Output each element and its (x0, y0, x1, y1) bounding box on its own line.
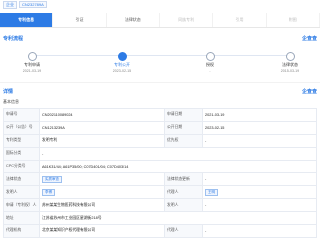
tab-bar: 专利信息 引证 法律状态 同族专利 引用 附图 (0, 13, 320, 28)
field-value: 江苏省苏州市工业园区星湖街218号 (39, 211, 317, 226)
timeline-dot (117, 52, 127, 61)
timeline-step-date: 2023-02-15 (112, 69, 132, 73)
table-row: 代理机构 北京某某知识产权代理有限公司 代理人 - (3, 224, 317, 238)
field-label: 申请日期 (164, 108, 203, 122)
tab-patent-info[interactable]: 专利信息 (0, 13, 54, 27)
field-value: 2021-03-19 (202, 108, 317, 122)
field-label: 代理人 (164, 224, 203, 238)
field-value: - (202, 198, 317, 213)
status-badge: 实质审查 (42, 175, 62, 183)
tab-legal-status[interactable]: 法律状态 (107, 13, 160, 27)
applicant-link[interactable]: 苏州某某生物医药科技有限公司 (39, 198, 165, 213)
timeline-step-publish: 专利公开 2023-02-15 (92, 50, 152, 73)
table-row: 申请（专利权）人 苏州某某生物医药科技有限公司 发明人 - (3, 198, 317, 213)
field-label: CPC分类号 (3, 159, 40, 174)
timeline-step-label: 专利申请 (24, 62, 40, 67)
timeline-step-label: 授权 (206, 62, 214, 67)
field-label: 公开日期 (164, 120, 203, 135)
field-value: - (202, 133, 317, 148)
timeline-dot (285, 52, 295, 61)
field-label: 地址 (3, 211, 40, 226)
timeline-section-title: 专利流程 (3, 36, 24, 42)
breadcrumb-title: CN232789A (19, 1, 47, 8)
tab-figures[interactable]: 附图 (267, 13, 320, 27)
tab-family[interactable]: 同族专利 (160, 13, 214, 27)
timeline-step-status: 法律状态 2015-03-19 (260, 50, 320, 73)
field-value: - (202, 172, 317, 187)
details-section-title: 详情 (3, 89, 14, 95)
field-label: 优先权 (164, 133, 203, 148)
breadcrumb: 企业 CN232789A (3, 1, 49, 9)
tab-reference[interactable]: 引用 (213, 13, 267, 27)
section-divider (0, 82, 320, 83)
cpc-value-link[interactable]: A61K31/44; A61P35/00; C07D401/04; C07D40… (39, 159, 317, 174)
field-label: 发明人 (164, 198, 203, 213)
top-bar: 企业 CN232789A (0, 0, 320, 10)
table-row: 法律状态 实质审查 法律状态更新 - (3, 172, 317, 187)
timeline-step-date: 2021-03-19 (22, 69, 42, 73)
details-subtitle: 基本信息 (3, 99, 19, 104)
field-label: 代理人 (164, 185, 203, 200)
timeline-dot (27, 52, 37, 61)
field-label: 国际分类 (3, 146, 40, 161)
field-label: 公开（公告）号 (3, 120, 40, 135)
timeline-dot (205, 52, 215, 61)
timeline-step-apply: 专利申请 2021-03-19 (2, 50, 62, 73)
field-label: 申请号 (3, 108, 40, 122)
field-value: 发明专利 (39, 133, 165, 148)
field-value: - (202, 224, 317, 238)
patent-details-table: 申请号 CN202110089024 申请日期 2021-03-19 公开（公告… (3, 108, 317, 238)
field-value: 2023-02-15 (202, 120, 317, 135)
agency-link[interactable]: 北京某某知识产权代理有限公司 (39, 224, 165, 238)
field-value: 实质审查 (39, 172, 165, 187)
field-label: 专利类型 (3, 133, 40, 148)
inventor-tag[interactable]: 李博 (42, 188, 55, 196)
timeline-line (30, 55, 290, 56)
timeline-step-label: 法律状态 (282, 62, 298, 67)
timeline-step-label: 专利公开 (114, 62, 130, 67)
table-row: 申请号 CN202110089024 申请日期 2021-03-19 (3, 108, 317, 122)
field-label: 发明人 (3, 185, 40, 200)
field-value: - (39, 146, 317, 161)
field-label: 代理机构 (3, 224, 40, 238)
field-value: CN202110089024 (39, 108, 165, 122)
field-label: 法律状态 (3, 172, 40, 187)
table-row: 国际分类 - (3, 146, 317, 161)
field-label: 法律状态更新 (164, 172, 203, 187)
agent-tag[interactable]: 王明 (205, 188, 218, 196)
table-row: CPC分类号 A61K31/44; A61P35/00; C07D401/04;… (3, 159, 317, 174)
field-value: CN1213239A (39, 120, 165, 135)
table-row: 专利类型 发明专利 优先权 - (3, 133, 317, 148)
brand-logo: 企查查 (301, 89, 317, 95)
breadcrumb-home[interactable]: 企业 (3, 1, 17, 9)
brand-logo: 企查查 (301, 36, 317, 42)
table-row: 公开（公告）号 CN1213239A 公开日期 2023-02-15 (3, 120, 317, 135)
table-row: 地址 江苏省苏州市工业园区星湖街218号 (3, 211, 317, 226)
field-label: 申请（专利权）人 (3, 198, 40, 213)
timeline-step-grant: 授权 - (180, 50, 240, 73)
tab-citation[interactable]: 引证 (53, 13, 107, 27)
patent-timeline: 专利申请 2021-03-19 专利公开 2023-02-15 授权 - 法律状… (12, 50, 308, 75)
field-value: 李博 (39, 185, 165, 200)
timeline-step-date: - (209, 69, 211, 73)
timeline-step-date: 2015-03-19 (280, 69, 300, 73)
field-value: 王明 (202, 185, 317, 200)
table-row: 发明人 李博 代理人 王明 (3, 185, 317, 200)
